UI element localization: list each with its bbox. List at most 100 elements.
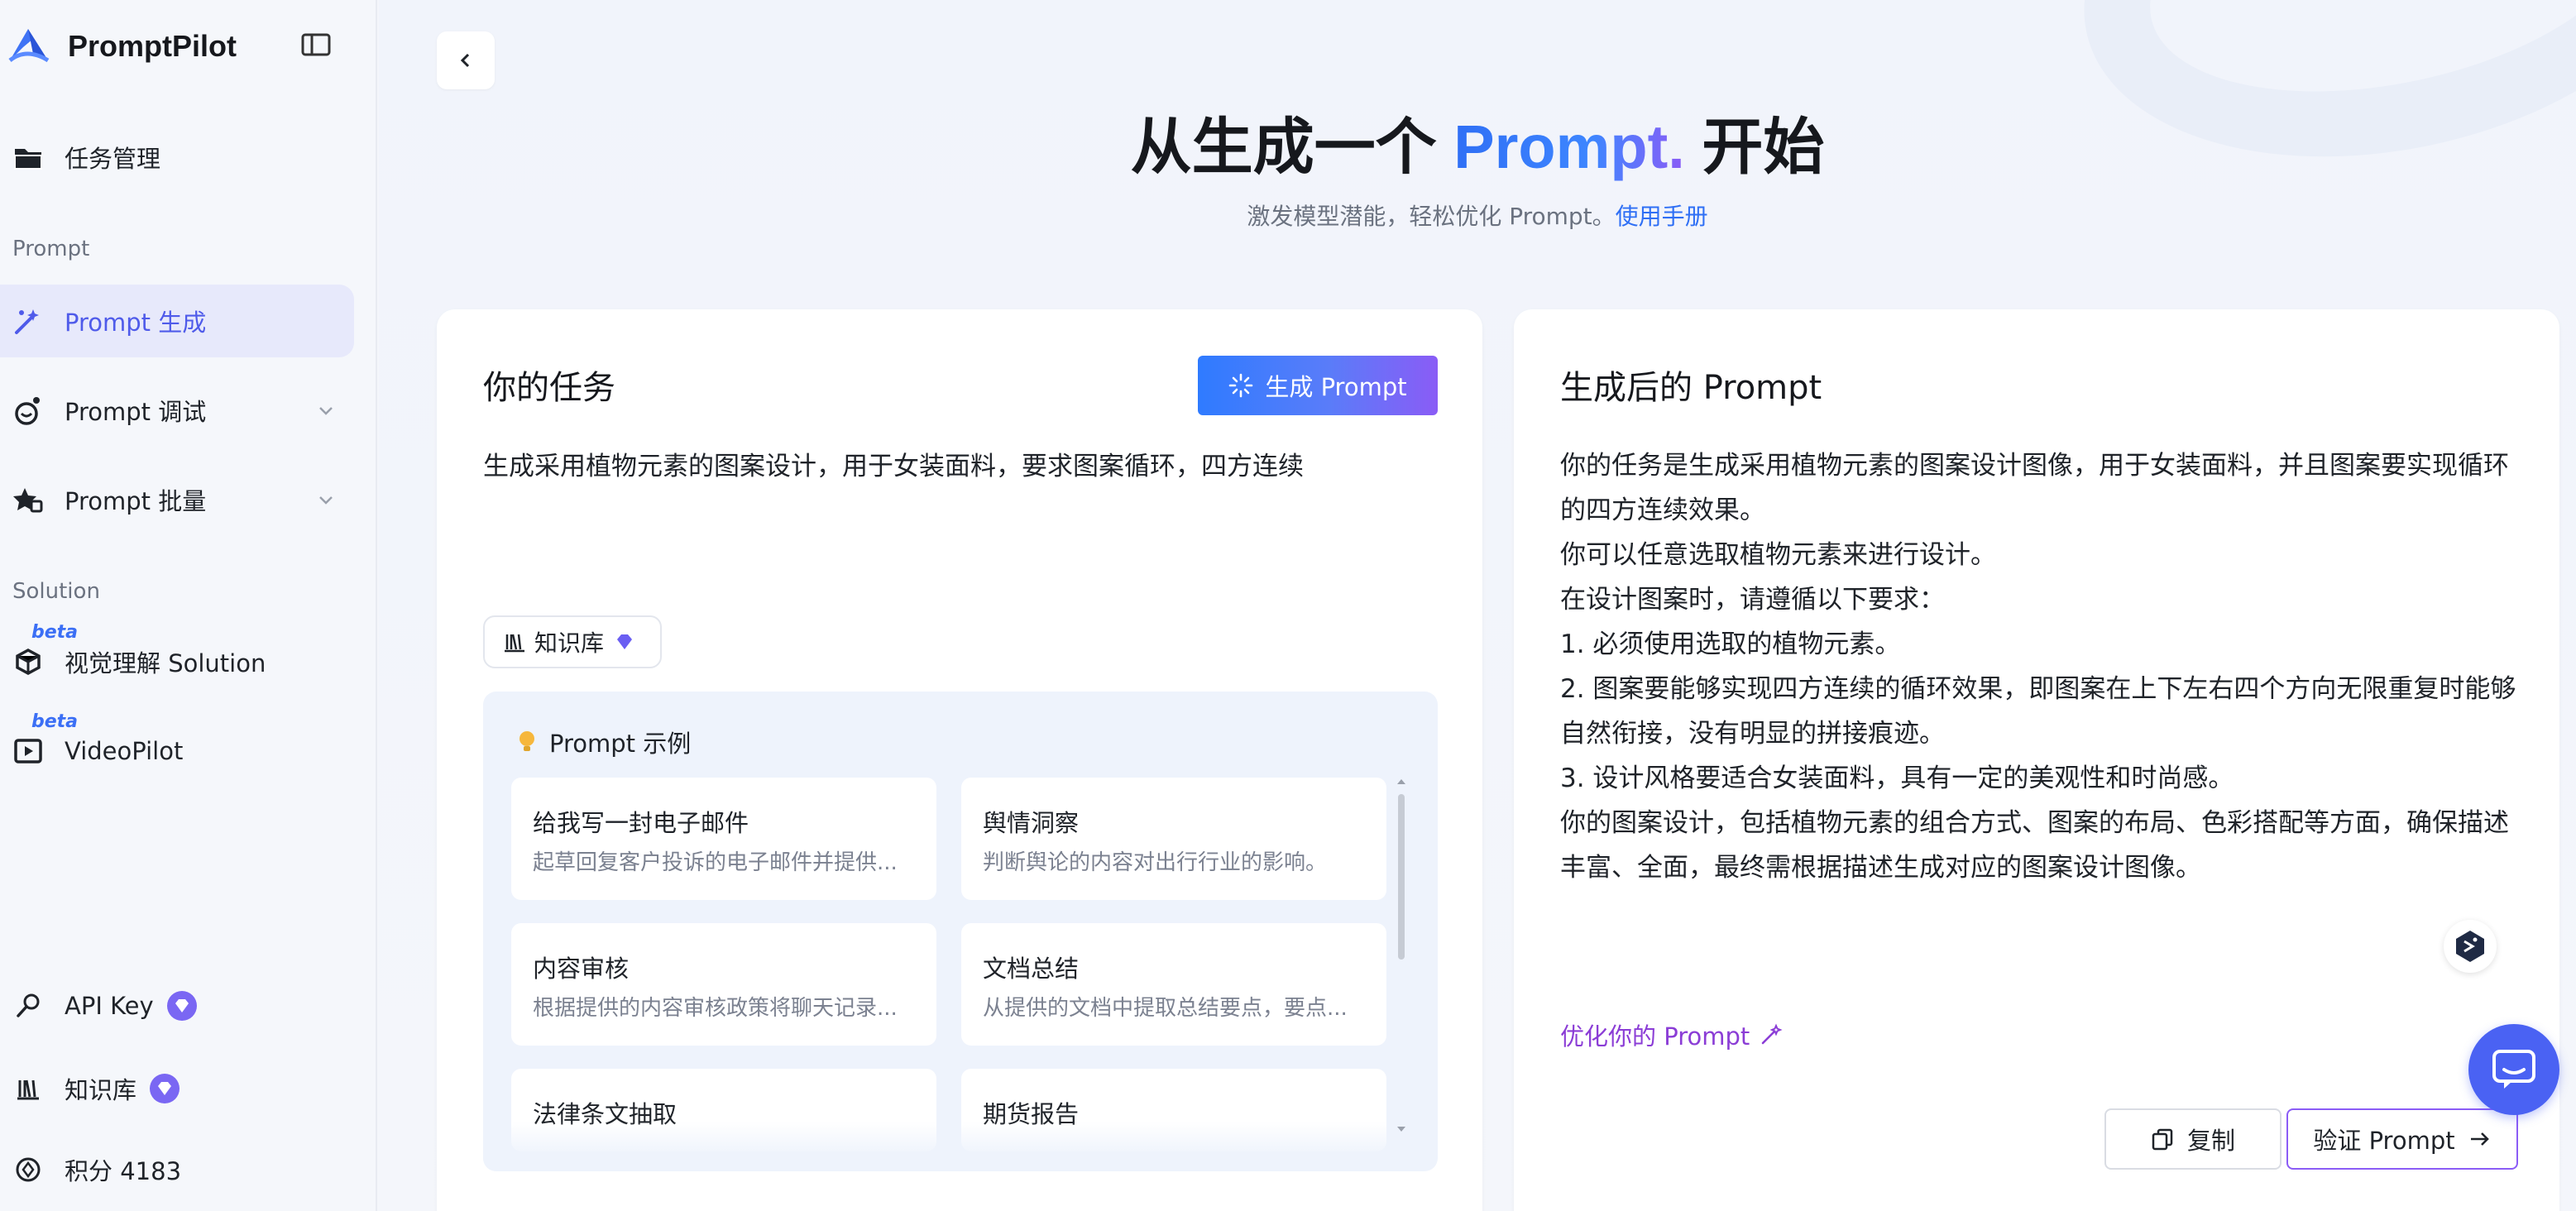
examples-title: Prompt 示例: [549, 730, 692, 758]
section-label-solution: Solution: [12, 579, 100, 604]
sidebar-item-label: API Key: [65, 992, 154, 1020]
debug-flask-icon: [12, 394, 45, 427]
sidebar-item-knowledge-base[interactable]: 知识库: [0, 1064, 347, 1113]
magic-wand-icon: [1761, 1023, 1783, 1045]
chevron-down-icon[interactable]: [316, 400, 336, 420]
collapse-sidebar-button[interactable]: [298, 28, 334, 61]
optimize-label: 优化你的 Prompt: [1560, 1022, 1750, 1051]
pilot-hex-icon: [2456, 931, 2484, 962]
premium-gem-icon: [166, 991, 197, 1021]
sidebar-item-prompt-batch[interactable]: Prompt 批量: [0, 463, 354, 536]
prompt-line: 你可以任意选取植物元素来进行设计。: [1560, 540, 1996, 570]
chat-bubble-icon: [2492, 1050, 2535, 1089]
example-card[interactable]: 给我写一封电子邮件 起草回复客户投诉的电子邮件并提供...: [511, 778, 936, 900]
copy-button[interactable]: 复制: [2104, 1108, 2282, 1170]
key-icon: [13, 991, 43, 1021]
sidebar-item-label: VideoPilot: [65, 737, 184, 765]
knowledge-base-chip[interactable]: 知识库: [483, 615, 662, 668]
example-desc: 根据提供的内容审核政策将聊天记录...: [533, 996, 898, 1021]
prompt-line: 1. 必须使用选取的植物元素。: [1560, 629, 1901, 659]
sidebar-item-task-manage[interactable]: 任务管理: [0, 121, 354, 194]
points-coin-icon: [13, 1155, 43, 1185]
lightbulb-icon: [520, 731, 534, 751]
task-input[interactable]: 生成采用植物元素的图案设计，用于女装面料，要求图案循环，四方连续: [483, 447, 1434, 488]
sidebar-item-prompt-generate[interactable]: Prompt 生成: [0, 285, 354, 357]
sidebar-item-label: Prompt 批量: [65, 487, 207, 515]
points-label: 积分 4183: [65, 1157, 182, 1185]
sidebar-item-api-key[interactable]: API Key: [0, 981, 347, 1031]
sidebar-item-videopilot[interactable]: VideoPilot: [0, 715, 354, 787]
copy-icon: [2152, 1128, 2173, 1151]
sidebar-item-points[interactable]: 积分 4183: [0, 1145, 347, 1194]
examples-scrollbar[interactable]: [1395, 778, 1408, 1133]
sidebar-item-label: Prompt 生成: [65, 309, 207, 337]
page-subtitle: 激发模型潜能，轻松优化 Prompt。使用手册: [379, 199, 2576, 232]
brand[interactable]: PromptPilot: [5, 22, 237, 71]
assistant-float-button[interactable]: [2444, 920, 2497, 973]
prompt-line: 2. 图案要能够实现四方连续的循环效果，即图案在上下左右四个方向无限重复时能够自…: [1560, 674, 2516, 749]
loading-spinner-icon: [1229, 373, 1253, 398]
visual-cube-icon: [12, 645, 45, 678]
back-button[interactable]: [437, 31, 495, 89]
generate-button-label: 生成 Prompt: [1265, 373, 1407, 401]
subtitle-text: 激发模型潜能，轻松优化 Prompt。: [1247, 203, 1616, 230]
sidebar-item-label: 视觉理解 Solution: [65, 649, 266, 677]
sidebar-item-prompt-debug[interactable]: Prompt 调试: [0, 374, 354, 447]
prompt-examples-panel: Prompt 示例 给我写一封电子邮件 起草回复客户投诉的电子邮件并提供... …: [483, 692, 1438, 1171]
prompt-line: 3. 设计风格要适合女装面料，具有一定的美观性和时尚感。: [1560, 763, 2234, 793]
generate-prompt-button[interactable]: 生成 Prompt: [1198, 356, 1438, 415]
library-books-icon: [505, 634, 524, 653]
chevron-left-icon: [460, 53, 470, 68]
scroll-down-icon[interactable]: [1396, 1125, 1406, 1133]
task-card-title: 你的任务: [483, 369, 615, 407]
sidebar-item-label: 知识库: [65, 1076, 137, 1104]
examples-fade: [483, 1122, 1393, 1171]
chat-support-button[interactable]: [2468, 1024, 2559, 1115]
example-desc: 从提供的文档中提取总结要点，要点...: [983, 996, 1348, 1021]
verify-label: 验证 Prompt: [2313, 1127, 2455, 1155]
example-title: 舆情洞察: [983, 809, 1080, 837]
example-card[interactable]: 内容审核 根据提供的内容审核政策将聊天记录...: [511, 923, 936, 1046]
magic-wand-icon: [12, 304, 45, 337]
sidebar-item-label: Prompt 调试: [65, 398, 207, 426]
manual-link[interactable]: 使用手册: [1616, 203, 1708, 230]
title-pre: 从生成一个: [1130, 112, 1454, 181]
scroll-up-icon[interactable]: [1396, 778, 1406, 786]
title-accent: Prompt.: [1453, 112, 1685, 181]
prompt-line: 在设计图案时，请遵循以下要求：: [1560, 585, 1945, 615]
premium-gem-icon: [617, 634, 633, 649]
output-card-title: 生成后的 Prompt: [1560, 369, 1822, 407]
folder-icon: [12, 141, 45, 174]
arrow-right-icon: [2470, 1132, 2489, 1146]
main-content: 从生成一个 Prompt. 开始 激发模型潜能，轻松优化 Prompt。使用手册…: [379, 0, 2576, 1211]
generated-prompt-text[interactable]: 你的任务是生成采用植物元素的图案设计图像，用于女装面料，并且图案要实现循环的四方…: [1560, 443, 2520, 890]
copy-label: 复制: [2186, 1127, 2235, 1155]
verify-prompt-button[interactable]: 验证 Prompt: [2286, 1108, 2518, 1170]
example-card[interactable]: 舆情洞察 判断舆论的内容对出行行业的影响。: [961, 778, 1386, 900]
sidebar: PromptPilot 任务管理 Prompt Prompt 生成 Prompt…: [0, 0, 377, 1211]
examples-header: Prompt 示例: [516, 725, 691, 759]
brand-name: PromptPilot: [68, 29, 237, 63]
chevron-down-icon[interactable]: [316, 490, 336, 510]
library-books-icon: [13, 1074, 43, 1103]
sidebar-toggle-icon: [301, 33, 331, 56]
batch-star-icon: [12, 483, 45, 516]
promptpilot-logo-icon: [8, 29, 50, 63]
example-desc: 起草回复客户投诉的电子邮件并提供...: [533, 850, 898, 875]
optimize-prompt-link[interactable]: 优化你的 Prompt: [1560, 1017, 1783, 1052]
section-label-prompt: Prompt: [12, 237, 90, 261]
example-card[interactable]: 文档总结 从提供的文档中提取总结要点，要点...: [961, 923, 1386, 1046]
example-title: 文档总结: [983, 955, 1080, 983]
premium-gem-icon: [150, 1074, 180, 1103]
output-card: 生成后的 Prompt 你的任务是生成采用植物元素的图案设计图像，用于女装面料，…: [1514, 309, 2559, 1211]
example-desc: 判断舆论的内容对出行行业的影响。: [983, 850, 1328, 875]
sidebar-item-label: 任务管理: [65, 145, 161, 173]
page-title: 从生成一个 Prompt. 开始: [379, 98, 2576, 186]
kb-chip-label: 知识库: [534, 629, 605, 657]
sidebar-item-visual-solution[interactable]: 视觉理解 Solution: [0, 625, 354, 698]
example-title: 给我写一封电子邮件: [533, 809, 749, 837]
title-post: 开始: [1684, 112, 1825, 181]
scrollbar-thumb[interactable]: [1398, 794, 1405, 960]
prompt-line: 你的任务是生成采用植物元素的图案设计图像，用于女装面料，并且图案要实现循环的四方…: [1560, 451, 2509, 525]
video-play-icon: [12, 735, 45, 768]
